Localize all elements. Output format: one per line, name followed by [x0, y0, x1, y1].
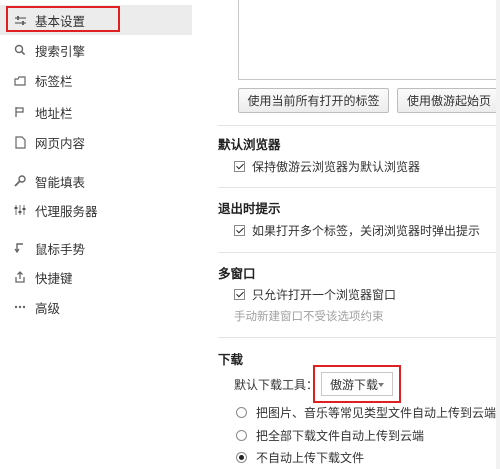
upload-common-radio[interactable]: [236, 407, 247, 418]
sidebar-item-address-bar[interactable]: 地址栏: [0, 97, 192, 127]
sidebar-item-web-content[interactable]: 网页内容: [0, 127, 192, 157]
proxy-icon: [13, 203, 27, 217]
no-upload-label: 不自动上传下载文件: [256, 451, 365, 465]
default-browser-label: 保持傲游云浏览器为默认浏览器: [252, 160, 421, 174]
scrollbar[interactable]: [496, 0, 500, 469]
default-browser-checkbox[interactable]: [234, 161, 245, 172]
sidebar-item-label: 快捷键: [35, 270, 73, 286]
use-current-tabs-button[interactable]: 使用当前所有打开的标签: [238, 88, 389, 113]
divider: [218, 252, 500, 253]
address-bar-icon: [13, 105, 27, 119]
divider: [218, 125, 500, 126]
exit-prompt-option[interactable]: 如果打开多个标签，关闭浏览器时弹出提示: [234, 222, 480, 239]
exit-prompt-checkbox[interactable]: [234, 225, 245, 236]
sidebar-item-label: 高级: [35, 300, 61, 316]
upload-all-radio[interactable]: [236, 430, 247, 441]
more-icon: [13, 300, 27, 314]
page-icon: [13, 135, 27, 149]
sidebar-item-autofill[interactable]: 智能填表: [0, 166, 192, 196]
settings-content: 使用当前所有打开的标签 使用傲游起始页 默认浏览器 保持傲游云浏览器为默认浏览器…: [204, 0, 500, 469]
download-title: 下载: [218, 352, 244, 367]
sidebar-item-search-engine[interactable]: 搜索引擎: [0, 35, 192, 65]
default-browser-title: 默认浏览器: [218, 137, 281, 152]
highlight-box: [313, 365, 401, 403]
upload-common-label: 把图片、音乐等常见类型文件自动上传到云端: [256, 406, 497, 420]
upload-common-files-option[interactable]: 把图片、音乐等常见类型文件自动上传到云端: [236, 404, 496, 421]
sidebar-item-label: 代理服务器: [35, 203, 98, 219]
tabs-icon: [13, 73, 27, 87]
multi-window-title: 多窗口: [218, 266, 256, 281]
sidebar-item-label: 网页内容: [35, 135, 86, 151]
sidebar-item-mouse-gesture[interactable]: 鼠标手势: [0, 233, 192, 263]
highlight-box: [6, 6, 120, 32]
no-upload-radio[interactable]: [236, 452, 247, 463]
multi-window-hint: 手动新建窗口不受该选项约束: [234, 309, 384, 323]
upload-all-files-option[interactable]: 把全部下载文件自动上传到云端: [236, 427, 424, 444]
sidebar-item-shortcuts[interactable]: 快捷键: [0, 262, 192, 292]
upload-all-label: 把全部下载文件自动上传到云端: [256, 429, 425, 443]
sidebar-item-proxy[interactable]: 代理服务器: [0, 195, 192, 225]
exit-prompt-title: 退出时提示: [218, 201, 281, 216]
exit-prompt-label: 如果打开多个标签，关闭浏览器时弹出提示: [252, 224, 481, 238]
shortcut-icon: [13, 270, 27, 284]
default-browser-option[interactable]: 保持傲游云浏览器为默认浏览器: [234, 158, 420, 175]
sidebar-item-label: 地址栏: [35, 105, 73, 121]
multi-window-option[interactable]: 只允许打开一个浏览器窗口: [234, 286, 396, 303]
startup-pages-list[interactable]: [238, 0, 500, 80]
no-upload-option[interactable]: 不自动上传下载文件: [236, 449, 364, 466]
wrench-icon: [13, 174, 27, 188]
single-window-label: 只允许打开一个浏览器窗口: [252, 288, 397, 302]
settings-sidebar: 基本设置 搜索引擎 标签栏 地址栏 网页内容 智能填表 代理服务器 鼠标手势 快…: [0, 0, 204, 469]
divider: [218, 187, 500, 188]
sidebar-item-label: 鼠标手势: [35, 241, 86, 257]
search-icon: [13, 43, 27, 57]
sidebar-item-advanced[interactable]: 高级: [0, 292, 192, 322]
sidebar-item-label: 搜索引擎: [35, 43, 86, 59]
download-tool-label: 默认下载工具：: [234, 378, 319, 392]
sidebar-item-label: 智能填表: [35, 174, 86, 190]
divider: [218, 337, 500, 338]
sidebar-item-label: 标签栏: [35, 73, 73, 89]
gesture-icon: [13, 241, 27, 255]
use-start-page-button[interactable]: 使用傲游起始页: [397, 88, 500, 113]
sidebar-item-tab-bar[interactable]: 标签栏: [0, 65, 192, 95]
single-window-checkbox[interactable]: [234, 289, 245, 300]
